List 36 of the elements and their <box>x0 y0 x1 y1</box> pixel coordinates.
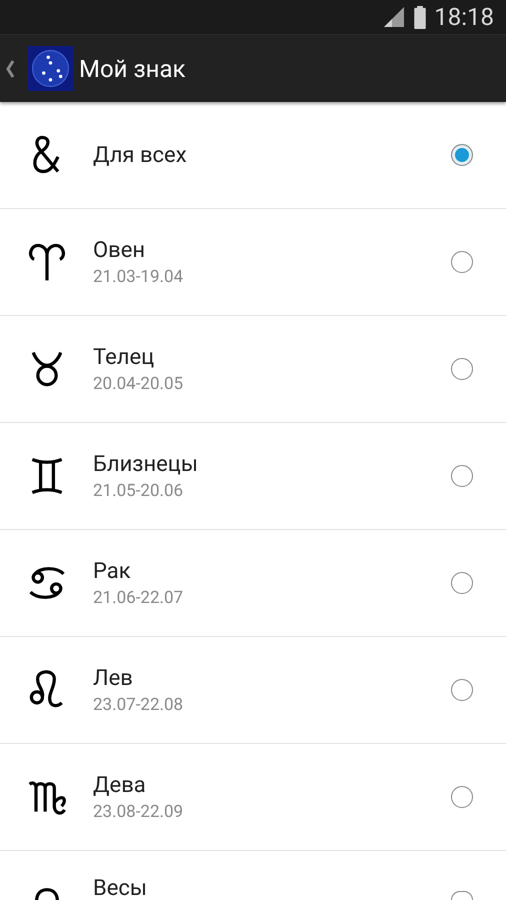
date-range: 20.04-20.05 <box>93 374 184 394</box>
sign-name: Дева <box>93 772 147 798</box>
radio-button[interactable] <box>451 786 473 808</box>
sign-option[interactable]: Телец 20.04-20.05 <box>0 316 506 423</box>
radio-button[interactable] <box>451 251 473 273</box>
radio-button[interactable] <box>451 679 473 701</box>
sign-name: Овен <box>93 238 146 262</box>
sign-option[interactable]: Близнецы 21.05-20.06 <box>0 423 506 530</box>
sign-option[interactable]: Рак 21.06-22.07 <box>0 530 506 637</box>
sign-name: Рак <box>93 558 132 584</box>
sign-option[interactable]: Весы <box>0 851 506 900</box>
radio-button[interactable] <box>451 891 473 900</box>
sign-name: Для всех <box>93 142 188 168</box>
date-range: 23.07-22.08 <box>93 694 184 714</box>
clock: 18:18 <box>434 3 494 31</box>
radio-button[interactable] <box>451 144 473 166</box>
date-range: 21.05-20.06 <box>93 480 184 500</box>
sign-option[interactable]: Лев 23.07-22.08 <box>0 637 506 744</box>
radio-button[interactable] <box>451 465 473 487</box>
sign-name: Телец <box>93 344 156 370</box>
screen-title: Мой знак <box>79 54 186 82</box>
app-logo-icon <box>28 46 73 91</box>
sign-option[interactable]: Для всех <box>0 102 506 209</box>
sign-option[interactable]: Овен 21.03-19.04 <box>0 209 506 316</box>
date-range: 23.08-22.09 <box>93 802 184 822</box>
battery-icon <box>414 6 426 28</box>
radio-button[interactable] <box>451 358 473 380</box>
back-icon[interactable] <box>5 58 15 78</box>
date-range: 21.03-19.04 <box>93 266 184 286</box>
date-range: 21.06-22.07 <box>93 588 184 608</box>
radio-button[interactable] <box>451 572 473 594</box>
sign-name: Весы <box>93 876 148 900</box>
sign-option[interactable]: Дева 23.08-22.09 <box>0 744 506 851</box>
sign-name: Лев <box>93 666 134 690</box>
signal-icon <box>382 5 406 29</box>
sign-name: Близнецы <box>93 452 199 476</box>
